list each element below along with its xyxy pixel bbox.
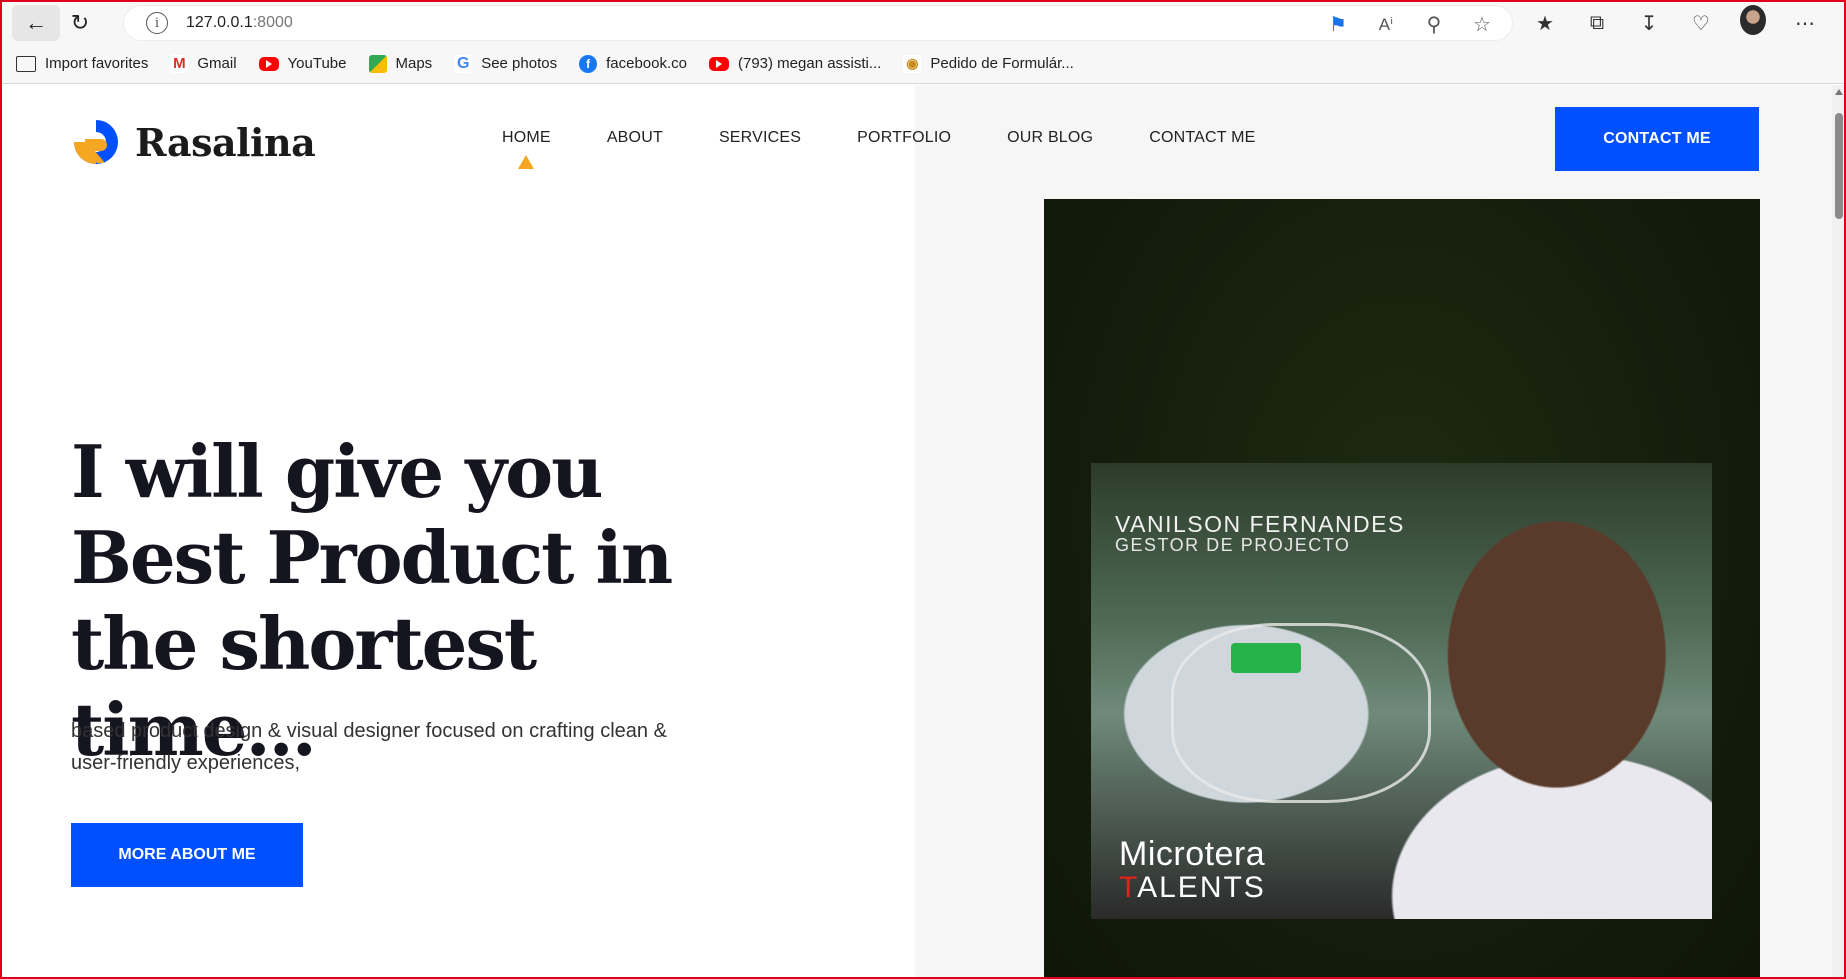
bookmark-label: (793) megan assisti... (737, 55, 882, 72)
downloads-icon[interactable]: ↧ (1636, 11, 1662, 36)
youtube-icon (708, 56, 729, 71)
nav-contact-me[interactable]: CONTACT ME (1149, 129, 1255, 147)
fiber-equipment-graphic (1171, 623, 1431, 803)
arrow-left-icon: ← (25, 10, 47, 35)
nav-portfolio[interactable]: PORTFOLIO (857, 129, 951, 147)
site-logo[interactable]: Rasalina (71, 117, 316, 167)
address-bar[interactable]: i 127.0.0.1:8000 ⚑ Aⁱ ⚲ ☆ (124, 6, 1512, 40)
profile-avatar[interactable] (1740, 5, 1766, 41)
coupon-tag-icon[interactable]: ⚑ (1326, 12, 1350, 37)
header-contact-button[interactable]: CONTACT ME (1555, 107, 1759, 171)
google-icon: G (454, 54, 473, 73)
facebook-icon: f (579, 54, 598, 73)
photo-role: GESTOR DE PROJECTO (1115, 535, 1351, 555)
bookmark-facebook[interactable]: f facebook.co (579, 54, 687, 73)
bookmark-label: facebook.co (606, 55, 687, 72)
back-button[interactable]: ← (12, 5, 60, 41)
refresh-icon: ↻ (70, 10, 90, 35)
brand-accent-letter: T (1119, 871, 1138, 904)
browser-window: ← ↻ i 127.0.0.1:8000 ⚑ Aⁱ ⚲ ☆ ★ ⧉ ↧ ♡ ⋯ … (0, 0, 1846, 979)
bookmark-gmail[interactable]: M Gmail (170, 54, 237, 73)
bookmark-megan[interactable]: (793) megan assisti... (708, 55, 882, 72)
add-favorite-icon[interactable]: ☆ (1470, 12, 1494, 37)
gmail-icon: M (170, 54, 189, 73)
bookmark-maps[interactable]: Maps (368, 54, 433, 73)
logo-text: Rasalina (135, 119, 316, 165)
photo-brand-line2: TALENTS (1119, 871, 1266, 905)
youtube-icon (258, 56, 279, 71)
bookmarks-bar: Import favorites M Gmail YouTube Maps G Se… (2, 44, 1844, 84)
eye-icon: ◉ (903, 54, 922, 73)
url-host: 127.0.0.1 (186, 14, 253, 31)
logo-mark-icon (74, 120, 118, 164)
refresh-button[interactable]: ↻ (60, 5, 100, 41)
url-text[interactable]: 127.0.0.1:8000 (186, 14, 293, 32)
favorites-icon[interactable]: ★ (1532, 11, 1558, 36)
bookmark-label: Maps (395, 55, 433, 72)
profile-photo: VANILSON FERNANDES GESTOR DE PROJECTO Mi… (1091, 463, 1712, 919)
zoom-out-icon[interactable]: ⚲ (1422, 12, 1446, 37)
photo-name: VANILSON FERNANDES (1115, 511, 1405, 537)
folder-icon (16, 55, 36, 72)
bookmark-import-favorites[interactable]: Import favorites (16, 55, 148, 72)
nav-home[interactable]: HOME (502, 129, 551, 147)
hero-subtitle: based product design & visual designer f… (71, 720, 667, 774)
more-about-me-button[interactable]: MORE ABOUT ME (71, 823, 303, 887)
bookmark-label: Import favorites (45, 55, 149, 72)
bookmark-pedido[interactable]: ◉ Pedido de Formulár... (903, 54, 1074, 73)
bookmark-label: YouTube (287, 55, 347, 72)
address-bar-actions: ⚑ Aⁱ ⚲ ☆ (1326, 12, 1494, 37)
nav-services[interactable]: SERVICES (719, 129, 801, 147)
bookmark-see-photos[interactable]: G See photos (454, 54, 558, 73)
bookmark-label: Pedido de Formulár... (930, 55, 1074, 72)
site-info-icon[interactable]: i (146, 12, 168, 34)
maps-icon (368, 54, 387, 73)
bookmark-label: Gmail (197, 55, 237, 72)
url-port: :8000 (252, 14, 293, 31)
brand-rest: ALENTS (1137, 871, 1266, 904)
page-scrollbar[interactable] (1832, 85, 1844, 977)
nav-about[interactable]: ABOUT (607, 129, 663, 147)
scrollbar-thumb[interactable] (1835, 113, 1843, 219)
photo-brand-line1: Microtera (1119, 835, 1266, 873)
main-nav: HOME ABOUT SERVICES PORTFOLIO OUR BLOG C… (502, 129, 1312, 147)
browser-actions: ★ ⧉ ↧ ♡ ⋯ (1532, 5, 1818, 41)
hero-image-frame: VANILSON FERNANDES GESTOR DE PROJECTO Mi… (1044, 199, 1760, 977)
read-aloud-icon[interactable]: Aⁱ (1374, 15, 1398, 35)
more-menu-icon[interactable]: ⋯ (1792, 11, 1818, 36)
page-viewport: Rasalina HOME ABOUT SERVICES PORTFOLIO O… (2, 85, 1844, 977)
collections-icon[interactable]: ⧉ (1584, 12, 1610, 35)
browser-essentials-icon[interactable]: ♡ (1688, 11, 1714, 36)
fiber-connector-graphic (1231, 643, 1301, 673)
nav-our-blog[interactable]: OUR BLOG (1007, 129, 1093, 147)
scroll-up-icon[interactable] (1835, 89, 1843, 95)
bookmark-label: See photos (481, 55, 558, 72)
bookmark-youtube[interactable]: YouTube (258, 55, 347, 72)
